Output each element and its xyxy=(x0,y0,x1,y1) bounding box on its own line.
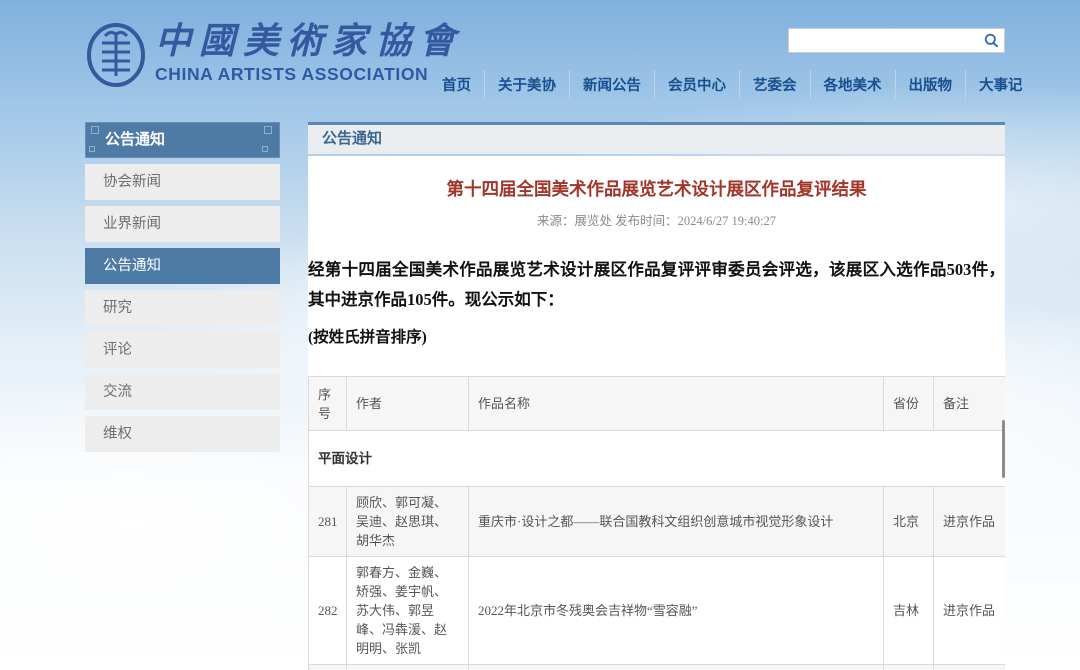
cell-authors: 顾欣、郭可凝、吴迪、赵思琪、胡华杰 xyxy=(347,487,469,557)
col-header-note: 备注 xyxy=(934,377,1006,431)
nav-item-committee[interactable]: 艺委会 xyxy=(740,70,811,99)
col-header-province: 省份 xyxy=(884,377,934,431)
search-input[interactable] xyxy=(789,29,978,52)
article-meta: 来源：展览处 发布时间：2024/6/27 19:40:27 xyxy=(308,210,1005,229)
cell-work: 重庆市·设计之都——联合国教科文组织创意城市视觉形象设计 xyxy=(469,487,884,557)
sidebar-header-label: 公告通知 xyxy=(105,131,165,148)
page: 中國美術家協會 CHINA ARTISTS ASSOCIATION 首页 关于美… xyxy=(0,0,1080,670)
nav-item-home[interactable]: 首页 xyxy=(432,70,485,99)
logo-text: 中國美術家協會 CHINA ARTISTS ASSOCIATION xyxy=(155,20,463,85)
nav-item-members[interactable]: 会员中心 xyxy=(655,70,740,99)
results-table: 序号 作者 作品名称 省份 备注 平面设计 281 顾欣、郭可凝、吴迪、赵思琪、… xyxy=(308,376,1005,670)
sidebar-item-exchange[interactable]: 交流 xyxy=(85,374,280,410)
col-header-authors: 作者 xyxy=(347,377,469,431)
nav-item-news[interactable]: 新闻公告 xyxy=(570,70,655,99)
sidebar-item-research[interactable]: 研究 xyxy=(85,290,280,326)
cell-note xyxy=(934,665,1006,670)
cell-province: 吉林 xyxy=(884,665,934,670)
sidebar-item-rights[interactable]: 维权 xyxy=(85,416,280,452)
logo-title-zh: 中國美術家協會 xyxy=(155,20,463,62)
cell-no: 282 xyxy=(309,557,347,665)
search-button[interactable] xyxy=(978,29,1004,52)
sidebar-item-association-news[interactable]: 协会新闻 xyxy=(85,164,280,200)
article-paragraph: 经第十四届全国美术作品展览艺术设计展区作品复评评审委员会评选，该展区入选作品50… xyxy=(308,255,1005,315)
site-search xyxy=(788,28,1005,53)
table-row: 283 郭书、沈本强 吉林当代艺术馆——视觉识别系统设计 吉林 xyxy=(309,665,1006,670)
col-header-no: 序号 xyxy=(309,377,347,431)
nav-item-regional[interactable]: 各地美术 xyxy=(811,70,896,99)
breadcrumb-label: 公告通知 xyxy=(322,130,382,147)
table-row: 282 郭春方、金巍、矫强、姜宇帆、苏大伟、郭昱峰、冯犇湲、赵明明、张凯 202… xyxy=(309,557,1006,665)
association-seal-icon xyxy=(85,22,147,88)
cell-province: 北京 xyxy=(884,487,934,557)
table-header-row: 序号 作者 作品名称 省份 备注 xyxy=(309,377,1006,431)
cell-no: 283 xyxy=(309,665,347,670)
nav-item-publication[interactable]: 出版物 xyxy=(896,70,967,99)
nav-item-about[interactable]: 关于美协 xyxy=(485,70,570,99)
table-section-row: 平面设计 xyxy=(309,431,1006,487)
sidebar-header: 公告通知 xyxy=(85,122,280,158)
cell-no: 281 xyxy=(309,487,347,557)
cell-work: 2022年北京市冬残奥会吉祥物“雪容融” xyxy=(469,557,884,665)
sidebar-item-announcements[interactable]: 公告通知 xyxy=(85,248,280,284)
breadcrumb: 公告通知 xyxy=(308,122,1005,154)
sort-note: (按姓氏拼音排序) xyxy=(308,325,1005,347)
cell-authors: 郭书、沈本强 xyxy=(347,665,469,670)
cell-authors: 郭春方、金巍、矫强、姜宇帆、苏大伟、郭昱峰、冯犇湲、赵明明、张凯 xyxy=(347,557,469,665)
nav-item-events[interactable]: 大事记 xyxy=(966,70,1023,99)
site-logo[interactable]: 中國美術家協會 CHINA ARTISTS ASSOCIATION xyxy=(85,20,463,88)
sidebar-item-industry-news[interactable]: 业界新闻 xyxy=(85,206,280,242)
cell-note: 进京作品 xyxy=(934,487,1006,557)
logo-title-en: CHINA ARTISTS ASSOCIATION xyxy=(155,64,463,85)
page-title: 第十四届全国美术作品展览艺术设计展区作品复评结果 xyxy=(308,176,1005,201)
sidebar: 公告通知 协会新闻 业界新闻 公告通知 研究 评论 交流 维权 xyxy=(85,122,280,452)
fret-ornament-left xyxy=(89,126,103,154)
cell-note: 进京作品 xyxy=(934,557,1006,665)
article-panel: 第十四届全国美术作品展览艺术设计展区作品复评结果 来源：展览处 发布时间：202… xyxy=(308,156,1005,670)
fret-ornament-right xyxy=(262,126,276,154)
table-row: 281 顾欣、郭可凝、吴迪、赵思琪、胡华杰 重庆市·设计之都——联合国教科文组织… xyxy=(309,487,1006,557)
main-nav: 首页 关于美协 新闻公告 会员中心 艺委会 各地美术 出版物 大事记 xyxy=(432,70,1010,99)
cell-work: 吉林当代艺术馆——视觉识别系统设计 xyxy=(469,665,884,670)
search-icon xyxy=(984,33,999,48)
table-scrollbar[interactable] xyxy=(1002,420,1005,478)
section-label: 平面设计 xyxy=(309,431,1006,487)
cell-province: 吉林 xyxy=(884,557,934,665)
col-header-work: 作品名称 xyxy=(469,377,884,431)
sidebar-item-review[interactable]: 评论 xyxy=(85,332,280,368)
